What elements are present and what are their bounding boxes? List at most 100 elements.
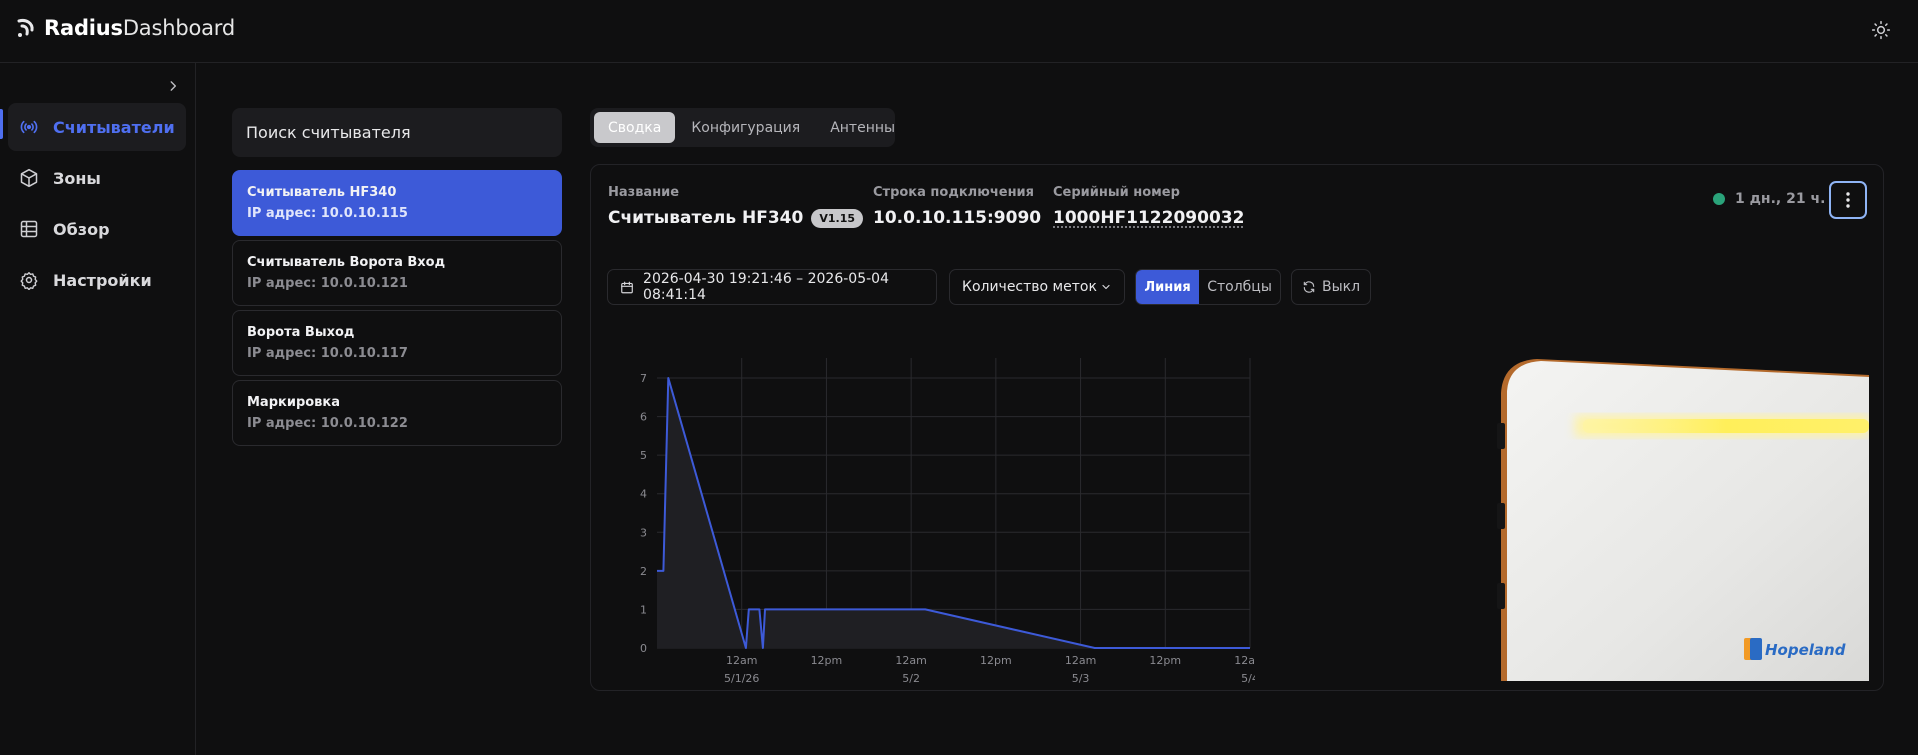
uptime-text: 1 дн., 21 ч. bbox=[1735, 191, 1826, 207]
chart-x-axis: 12am 5/1/26 12pm 12am 5/2 12pm 12am 5/3 12pm 12am… bbox=[724, 654, 1255, 685]
x-tick-label: 12pm bbox=[811, 654, 843, 667]
sidebar-item-overview[interactable]: Обзор bbox=[8, 205, 186, 253]
sidebar-item-label: Считыватели bbox=[53, 117, 175, 137]
calendar-icon bbox=[621, 281, 633, 293]
metric-select[interactable]: Количество меток bbox=[949, 269, 1125, 305]
sidebar-item-label: Зоны bbox=[53, 168, 101, 188]
x-tick-label: 12am bbox=[726, 654, 757, 667]
field-label: Серийный номер bbox=[1053, 185, 1180, 200]
y-tick-label: 7 bbox=[640, 372, 647, 385]
x-tick-label: 12am bbox=[1234, 654, 1255, 667]
reader-summary-panel: Название Считыватель HF340 V1.15 Строка … bbox=[590, 164, 1884, 691]
chart-area-fill bbox=[657, 378, 1250, 648]
chart-mode-bars-button[interactable]: Столбцы bbox=[1199, 270, 1280, 304]
app-title-rest: Dashboard bbox=[122, 16, 235, 40]
chart-mode-line-button[interactable]: Линия bbox=[1136, 270, 1200, 304]
y-tick-label: 2 bbox=[640, 565, 647, 578]
app-logo[interactable]: RadiusDashboard bbox=[16, 16, 235, 40]
tab-antennas[interactable]: Антенны bbox=[816, 112, 909, 143]
brand-label: Hopeland bbox=[1765, 641, 1846, 659]
reader-search-input[interactable]: Поиск считывателя bbox=[232, 108, 562, 157]
sidebar-item-label: Обзор bbox=[53, 219, 110, 239]
reader-ip: IP адрес: 10.0.10.117 bbox=[247, 346, 408, 361]
auto-refresh-button[interactable]: Выкл bbox=[1291, 269, 1371, 305]
box-icon bbox=[20, 168, 38, 188]
y-tick-label: 5 bbox=[640, 449, 647, 462]
chevron-down-icon bbox=[1102, 284, 1110, 290]
reader-list-item[interactable]: Маркировка IP адрес: 10.0.10.122 bbox=[232, 380, 562, 446]
chart-grid bbox=[657, 358, 1251, 649]
field-label: Строка подключения bbox=[873, 185, 1035, 200]
field-label: Название bbox=[608, 185, 680, 200]
sidebar-item-label: Настройки bbox=[53, 270, 152, 290]
field-value: Считыватель HF340 V1.15 bbox=[608, 208, 863, 228]
active-nav-indicator bbox=[0, 109, 3, 139]
chart-series-line bbox=[657, 377, 1250, 649]
tab-configuration[interactable]: Конфигурация bbox=[677, 112, 814, 143]
tag-count-chart: 0 1 2 3 4 5 6 7 12am 5/1/26 12pm 12am 5/2 12pm 12am 5/… bbox=[640, 358, 1255, 685]
more-vertical-icon bbox=[1846, 192, 1850, 208]
app-header: RadiusDashboard bbox=[0, 0, 1918, 63]
date-range-picker[interactable]: 2026-04-30 19:21:46 – 2026-05-04 08:41:1… bbox=[607, 269, 937, 305]
reader-name: Ворота Выход bbox=[247, 325, 355, 340]
reader-name: Считыватель Ворота Вход bbox=[247, 255, 446, 270]
more-options-button[interactable] bbox=[1829, 181, 1867, 219]
auto-refresh-label: Выкл bbox=[1322, 279, 1361, 295]
hopeland-logo bbox=[1744, 638, 1762, 660]
y-tick-label: 3 bbox=[640, 526, 647, 539]
reader-tabs: Сводка Конфигурация Антенны bbox=[590, 108, 895, 147]
serial-number-field: Серийный номер 1000HF1122090032 bbox=[1053, 185, 1244, 228]
uptime-status: 1 дн., 21 ч. bbox=[1713, 191, 1825, 207]
x-tick-date-label: 5/3 bbox=[1072, 672, 1090, 685]
sun-icon bbox=[1871, 20, 1891, 40]
y-tick-label: 1 bbox=[640, 603, 647, 616]
sidebar: Считыватели Зоны Обзор Настройки bbox=[0, 63, 196, 755]
y-tick-label: 0 bbox=[640, 642, 647, 655]
reader-list-item[interactable]: Считыватель HF340 IP адрес: 10.0.10.115 bbox=[232, 170, 562, 236]
connection-string-value: 10.0.10.115:9090 bbox=[873, 208, 1042, 228]
serial-number-value[interactable]: 1000HF1122090032 bbox=[1053, 208, 1244, 228]
reader-ip: IP адрес: 10.0.10.115 bbox=[247, 206, 408, 221]
grid-table-icon bbox=[20, 220, 38, 238]
online-status-dot bbox=[1713, 193, 1725, 205]
reader-search-label: Поиск считывателя bbox=[246, 123, 411, 142]
chart-mode-toggle: Линия Столбцы bbox=[1135, 269, 1281, 305]
reader-name: Считыватель HF340 bbox=[247, 185, 397, 200]
reader-device-image: Hopeland bbox=[1489, 323, 1869, 681]
x-tick-label: 12pm bbox=[1149, 654, 1181, 667]
x-tick-date-label: 5/1/26 bbox=[724, 672, 759, 685]
reader-list-item[interactable]: Считыватель Ворота Вход IP адрес: 10.0.1… bbox=[232, 240, 562, 306]
sidebar-expand-button[interactable] bbox=[163, 76, 183, 96]
logo-mark-icon bbox=[17, 19, 34, 37]
app-title-bold: Radius bbox=[44, 16, 123, 40]
x-tick-date-label: 5/2 bbox=[902, 672, 920, 685]
sidebar-item-readers[interactable]: Считыватели bbox=[8, 103, 186, 151]
refresh-icon bbox=[1303, 281, 1315, 293]
reader-ip: IP адрес: 10.0.10.122 bbox=[247, 416, 408, 431]
y-tick-label: 4 bbox=[640, 488, 647, 501]
sidebar-item-settings[interactable]: Настройки bbox=[8, 256, 186, 304]
antenna-signal-icon bbox=[20, 120, 38, 134]
chevron-right-icon bbox=[170, 81, 177, 91]
x-tick-label: 12am bbox=[1065, 654, 1096, 667]
reader-list-item[interactable]: Ворота Выход IP адрес: 10.0.10.117 bbox=[232, 310, 562, 376]
rfid-reader-illustration: Hopeland bbox=[1489, 353, 1869, 681]
reader-title: Считыватель HF340 bbox=[608, 208, 804, 228]
gear-icon bbox=[20, 271, 38, 290]
x-tick-label: 12pm bbox=[980, 654, 1012, 667]
version-badge: V1.15 bbox=[811, 208, 863, 228]
theme-toggle-button[interactable] bbox=[1868, 17, 1894, 43]
app-title: RadiusDashboard bbox=[44, 16, 235, 40]
date-range-value: 2026-04-30 19:21:46 – 2026-05-04 08:41:1… bbox=[643, 271, 889, 303]
tab-summary[interactable]: Сводка bbox=[594, 112, 676, 143]
metric-select-value: Количество меток bbox=[962, 279, 1097, 295]
y-tick-label: 6 bbox=[640, 411, 647, 424]
x-tick-date-label: 5/4 bbox=[1241, 672, 1255, 685]
reader-name: Маркировка bbox=[247, 395, 341, 410]
sidebar-item-zones[interactable]: Зоны bbox=[8, 154, 186, 202]
x-tick-label: 12am bbox=[895, 654, 926, 667]
reader-ip: IP адрес: 10.0.10.121 bbox=[247, 276, 408, 291]
connection-string-field: Строка подключения 10.0.10.115:9090 bbox=[873, 185, 1041, 228]
reader-name-field: Название Считыватель HF340 V1.15 bbox=[608, 185, 863, 228]
chart-y-axis: 0 1 2 3 4 5 6 7 bbox=[640, 372, 647, 655]
